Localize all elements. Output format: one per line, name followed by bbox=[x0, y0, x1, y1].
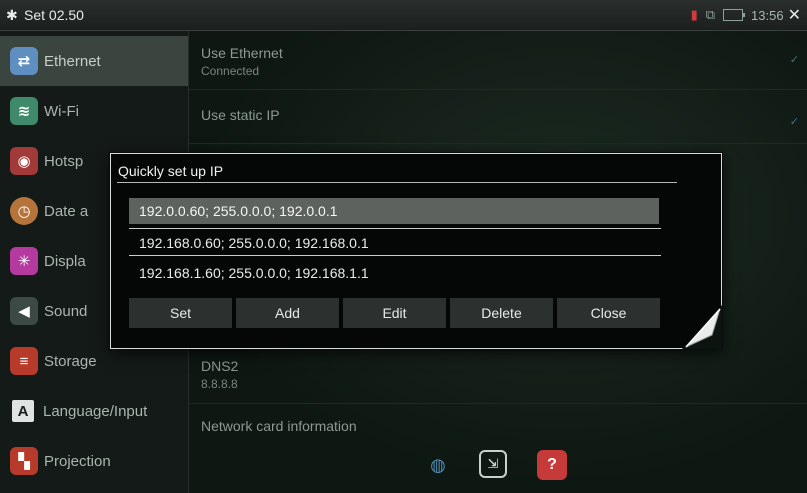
sidebar-item-label: Language/Input bbox=[43, 402, 148, 420]
dialog-title: Quickly set up IP bbox=[118, 163, 224, 179]
divider bbox=[189, 143, 807, 144]
dns2-row[interactable]: DNS2 8.8.8.8 bbox=[201, 358, 238, 391]
sidebar-item-label: Date a bbox=[44, 202, 89, 220]
network-card-title: Network card information bbox=[201, 418, 357, 434]
bottom-toolbar: ◍ ⇲ ? bbox=[189, 446, 807, 493]
use-static-ip-title: Use static IP bbox=[201, 107, 280, 123]
sidebar-item-label: Ethernet bbox=[44, 52, 101, 70]
sidebar-item-label: Storage bbox=[44, 352, 97, 370]
divider bbox=[189, 403, 807, 404]
wifi-icon: ≋ bbox=[10, 97, 38, 125]
sidebar-item-projection[interactable]: ▚ Projection bbox=[0, 436, 188, 486]
ip-preset-divider bbox=[129, 255, 661, 256]
sidebar-item-label: Displa bbox=[44, 252, 86, 270]
storage-icon: ≡ bbox=[10, 347, 38, 375]
sidebar-item-label: Sound bbox=[44, 302, 88, 320]
network-icon: ⧉ bbox=[705, 7, 716, 22]
sidebar-item-ethernet[interactable]: ⇄ Ethernet bbox=[0, 36, 188, 86]
ip-preset-item[interactable]: 192.168.1.60; 255.0.0.0; 192.168.1.1 bbox=[129, 260, 659, 286]
set-button[interactable]: Set bbox=[129, 298, 232, 328]
ip-preset-divider bbox=[129, 228, 661, 229]
projection-icon: ▚ bbox=[10, 447, 38, 475]
ethernet-icon: ⇄ bbox=[10, 47, 38, 75]
use-static-ip-check-icon[interactable]: ✓ bbox=[790, 115, 799, 128]
close-icon[interactable]: ✕ bbox=[788, 5, 801, 25]
window-title: Set 02.50 bbox=[24, 7, 84, 23]
gear-icon: ✱ bbox=[6, 7, 18, 23]
speaker-icon: ◀ bbox=[10, 297, 38, 325]
sidebar-item-language[interactable]: A Language/Input bbox=[0, 386, 188, 436]
close-button[interactable]: Close bbox=[557, 298, 660, 328]
display-icon: ✳ bbox=[10, 247, 38, 275]
use-ethernet-status: Connected bbox=[201, 64, 260, 78]
exit-icon[interactable]: ⇲ bbox=[479, 450, 507, 478]
dialog-title-divider bbox=[117, 182, 677, 183]
use-ethernet-title: Use Ethernet bbox=[201, 45, 283, 61]
quick-ip-dialog: Quickly set up IP 192.0.0.60; 255.0.0.0;… bbox=[110, 153, 722, 349]
page-curl-icon bbox=[682, 305, 722, 349]
status-bar: ✱ Set 02.50 ▮ ⧉ 13:56 ✕ bbox=[0, 0, 807, 31]
use-static-ip-row[interactable]: Use static IP bbox=[201, 107, 280, 123]
sidebar-item-wifi[interactable]: ≋ Wi-Fi bbox=[0, 86, 188, 136]
use-ethernet-row[interactable]: Use Ethernet Connected bbox=[201, 45, 283, 78]
sidebar-item-label: Hotsp bbox=[44, 152, 84, 170]
language-icon: A bbox=[12, 400, 34, 422]
delete-button[interactable]: Delete bbox=[450, 298, 553, 328]
add-button[interactable]: Add bbox=[236, 298, 339, 328]
clock-time: 13:56 bbox=[751, 7, 784, 23]
divider bbox=[189, 89, 807, 90]
sd-card-icon: ▮ bbox=[690, 7, 698, 22]
dns2-value: 8.8.8.8 bbox=[201, 377, 238, 391]
edit-button[interactable]: Edit bbox=[343, 298, 446, 328]
ip-preset-item[interactable]: 192.168.0.60; 255.0.0.0; 192.168.0.1 bbox=[129, 230, 659, 256]
help-icon[interactable]: ? bbox=[537, 450, 567, 480]
ip-preset-item[interactable]: 192.0.0.60; 255.0.0.0; 192.0.0.1 bbox=[129, 198, 659, 224]
hotspot-icon: ◉ bbox=[10, 147, 38, 175]
network-card-row[interactable]: Network card information bbox=[201, 418, 357, 434]
battery-icon bbox=[723, 9, 746, 21]
sidebar-item-label: Projection bbox=[44, 452, 111, 470]
clock-icon: ◷ bbox=[10, 197, 38, 225]
use-ethernet-check-icon[interactable]: ✓ bbox=[790, 53, 799, 66]
sidebar-item-label: Wi-Fi bbox=[44, 102, 79, 120]
globe-icon[interactable]: ◍ bbox=[423, 450, 453, 480]
dns2-title: DNS2 bbox=[201, 358, 239, 374]
status-icons: ▮ ⧉ 13:56 ✕ bbox=[691, 0, 801, 30]
dialog-button-row: Set Add Edit Delete Close bbox=[129, 298, 661, 328]
